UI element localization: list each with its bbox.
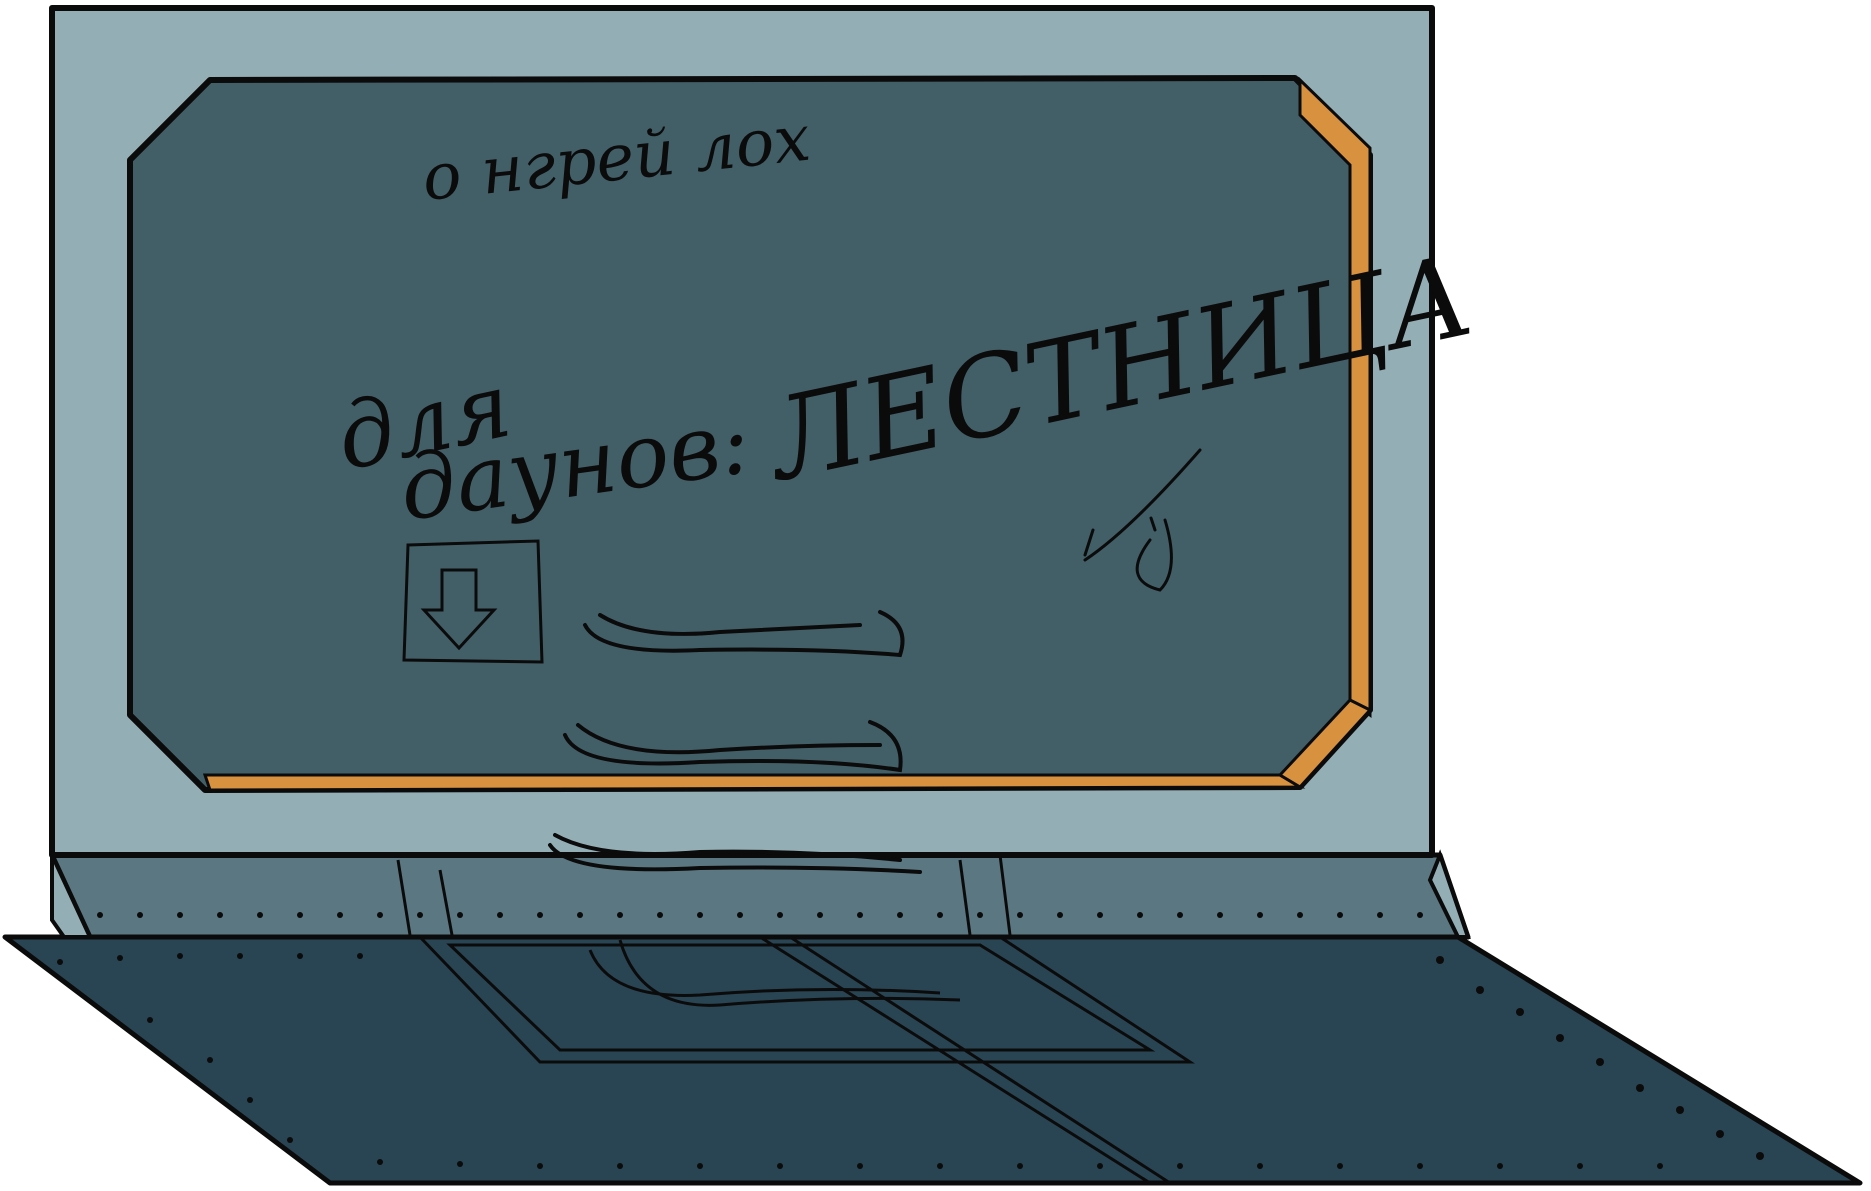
laptop-drawing: о нгрей лох для даунов: ЛЕСТНИЦА	[2, 5, 1863, 1186]
screen: о нгрей лох для даунов: ЛЕСТНИЦА	[127, 75, 1483, 874]
keyboard-deck	[2, 934, 1863, 1186]
